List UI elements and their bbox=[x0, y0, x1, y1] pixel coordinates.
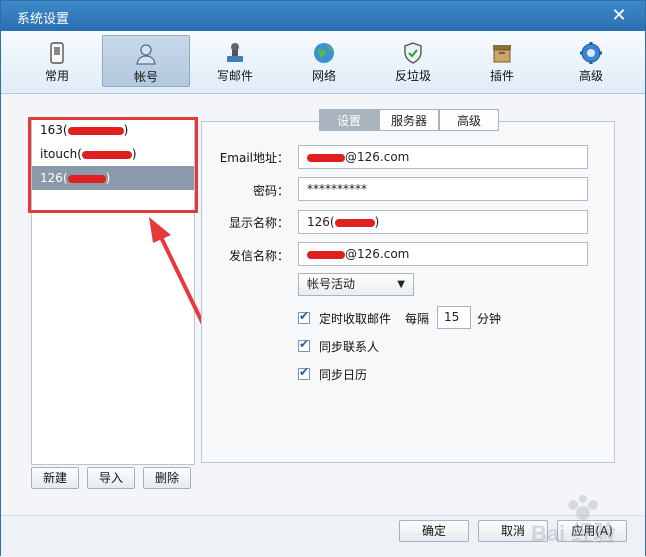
display-name-suffix: ) bbox=[374, 215, 380, 229]
sender-name-value: @126.com bbox=[345, 247, 410, 261]
watermark-text: Bai 经验 bbox=[531, 521, 615, 546]
toolbar-item-label: 高级 bbox=[578, 69, 603, 83]
stamp-icon bbox=[227, 43, 243, 62]
checkmark-icon: ✔ bbox=[299, 365, 310, 379]
import-button[interactable]: 导入 bbox=[87, 467, 135, 489]
globe-icon bbox=[314, 43, 334, 63]
toolbar-item-general[interactable]: 常用 bbox=[13, 35, 101, 87]
sync-calendar-label: 同步日历 bbox=[319, 368, 368, 382]
redaction-mark bbox=[307, 153, 345, 162]
email-field[interactable]: @126.com bbox=[298, 145, 588, 169]
toolbar-item-plugins[interactable]: 插件 bbox=[458, 35, 546, 87]
tab-settings[interactable]: 设置 bbox=[319, 109, 379, 131]
display-name-label: 显示名称： bbox=[228, 216, 289, 230]
checkmark-icon: ✔ bbox=[299, 309, 310, 323]
tab-server[interactable]: 服务器 bbox=[379, 109, 439, 131]
sync-contacts-checkbox[interactable]: ✔ bbox=[298, 337, 310, 352]
toolbar-item-label: 插件 bbox=[489, 69, 514, 83]
phone-icon bbox=[50, 42, 64, 64]
sync-calendar-checkbox[interactable]: ✔ bbox=[298, 365, 310, 380]
user-icon bbox=[136, 44, 156, 65]
timed-fetch-label: 定时收取邮件 bbox=[319, 312, 392, 326]
delete-button[interactable]: 删除 bbox=[143, 467, 191, 489]
title-bar: 系统设置 ✕ bbox=[1, 1, 645, 31]
account-status-select[interactable]: 帐号活动 ▼ bbox=[298, 273, 414, 296]
toolbar-item-label: 常用 bbox=[44, 69, 69, 83]
box-icon bbox=[493, 45, 511, 63]
password-field[interactable]: ********** bbox=[298, 177, 588, 201]
timed-fetch-checkbox[interactable]: ✔ bbox=[298, 309, 310, 324]
close-icon[interactable]: ✕ bbox=[609, 6, 629, 26]
interval-input[interactable]: 15 bbox=[437, 306, 471, 329]
sync-contacts-label: 同步联系人 bbox=[319, 340, 380, 354]
gear-icon bbox=[580, 42, 602, 64]
email-value: @126.com bbox=[345, 150, 410, 164]
toolbar-item-account[interactable]: 帐号 bbox=[102, 35, 190, 87]
ok-button[interactable]: 确定 bbox=[399, 520, 469, 542]
toolbar-item-label: 写邮件 bbox=[216, 69, 253, 83]
settings-window: 系统设置 ✕ 常用 帐号 写邮件 网络 反垃圾 插件 高级 163() ito… bbox=[0, 0, 646, 557]
toolbar-item-advanced[interactable]: 高级 bbox=[547, 35, 635, 87]
display-name-value: 126( bbox=[307, 215, 335, 229]
toolbar-item-label: 网络 bbox=[311, 69, 336, 83]
password-label: 密码： bbox=[252, 184, 289, 198]
toolbar-item-antispam[interactable]: 反垃圾 bbox=[369, 35, 457, 87]
sender-name-label: 发信名称： bbox=[228, 249, 289, 263]
display-name-field[interactable]: 126() bbox=[298, 210, 588, 234]
annotation-box bbox=[28, 117, 198, 213]
toolbar-item-label: 帐号 bbox=[133, 70, 158, 84]
watermark-logo: Bai 经验 bbox=[521, 489, 641, 549]
window-title: 系统设置 bbox=[17, 12, 70, 27]
status-value: 帐号活动 bbox=[307, 277, 356, 291]
redaction-mark bbox=[307, 250, 345, 259]
redaction-mark bbox=[334, 218, 375, 227]
toolbar: 常用 帐号 写邮件 网络 反垃圾 插件 高级 bbox=[1, 31, 645, 94]
checkmark-icon: ✔ bbox=[299, 337, 310, 351]
new-account-button[interactable]: 新建 bbox=[31, 467, 79, 489]
every-label: 每隔 bbox=[405, 312, 430, 326]
shield-icon bbox=[404, 42, 422, 64]
email-label: Email地址： bbox=[219, 151, 289, 165]
minute-label: 分钟 bbox=[477, 312, 502, 326]
toolbar-item-label: 反垃圾 bbox=[394, 69, 431, 83]
tab-advanced[interactable]: 高级 bbox=[439, 109, 499, 131]
toolbar-item-network[interactable]: 网络 bbox=[280, 35, 368, 87]
sender-name-field[interactable]: @126.com bbox=[298, 242, 588, 266]
chevron-down-icon: ▼ bbox=[397, 279, 405, 290]
toolbar-item-compose[interactable]: 写邮件 bbox=[191, 35, 279, 87]
